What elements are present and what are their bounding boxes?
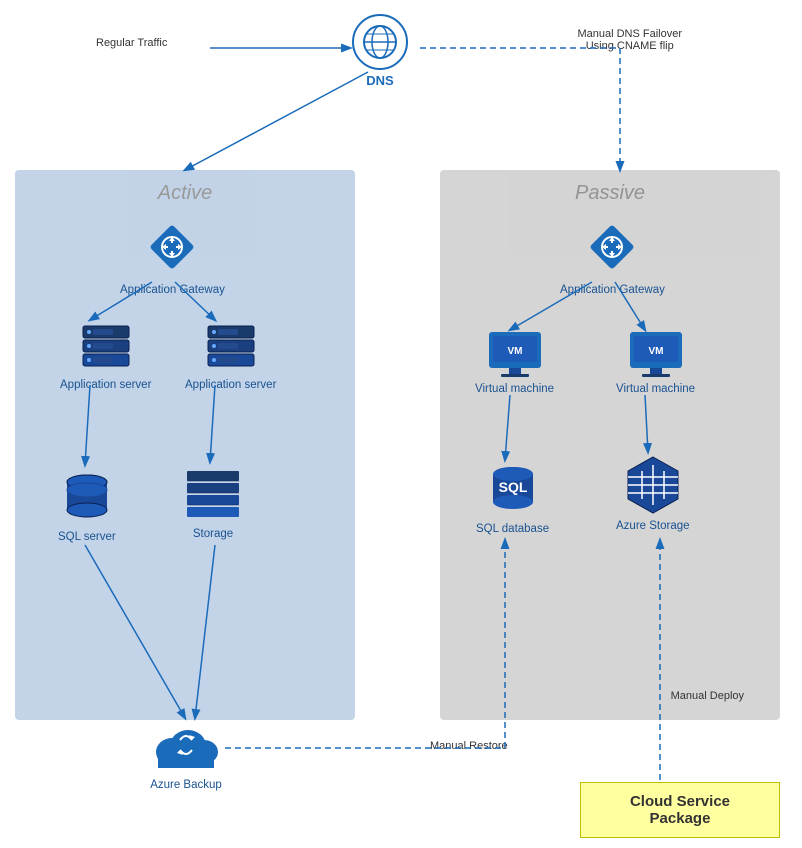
passive-app-gateway: Application Gateway — [560, 215, 665, 298]
active-app-server-2: Application server — [185, 320, 276, 393]
passive-vm-1-label: Virtual machine — [475, 382, 554, 397]
active-app-gateway-label: Application Gateway — [120, 283, 225, 298]
azure-backup-label: Azure Backup — [150, 778, 222, 793]
manual-dns-failover-label: Manual DNS Failover Using CNAME flip — [577, 28, 682, 52]
active-box-title: Active — [15, 182, 355, 205]
svg-text:VM: VM — [507, 346, 522, 357]
azure-backup: Azure Backup — [150, 718, 222, 793]
passive-sql-database: SQL SQL database — [476, 462, 549, 537]
svg-text:VM: VM — [648, 346, 663, 357]
active-app-server-2-label: Application server — [185, 378, 276, 393]
active-app-gateway: Application Gateway — [120, 215, 225, 298]
active-storage: Storage — [185, 465, 241, 542]
passive-vm-1: VM Virtual machine — [475, 330, 554, 397]
dns-globe-icon — [352, 14, 408, 70]
dns-node: DNS — [340, 14, 420, 88]
dns-label: DNS — [366, 73, 393, 88]
svg-text:SQL: SQL — [498, 479, 527, 495]
cloud-service-package-box: Cloud Service Package — [580, 782, 780, 838]
active-sql-server-label: SQL server — [58, 530, 116, 545]
passive-vm-2-label: Virtual machine — [616, 382, 695, 397]
diagram-container: Active Passive DNS — [0, 0, 802, 848]
active-app-server-1: Application server — [60, 320, 151, 393]
passive-azure-storage: Azure Storage — [616, 455, 690, 534]
active-storage-label: Storage — [193, 527, 233, 542]
passive-app-gateway-label: Application Gateway — [560, 283, 665, 298]
regular-traffic-label: Regular Traffic — [96, 37, 167, 49]
passive-box-title: Passive — [440, 182, 780, 205]
passive-sql-database-label: SQL database — [476, 522, 549, 537]
manual-restore-label: Manual Restore — [430, 740, 508, 752]
passive-azure-storage-label: Azure Storage — [616, 519, 690, 534]
cloud-service-package-label: Cloud Service Package — [630, 793, 730, 827]
passive-vm-2: VM Virtual machine — [616, 330, 695, 397]
active-app-server-1-label: Application server — [60, 378, 151, 393]
manual-deploy-label: Manual Deploy — [671, 690, 744, 702]
active-sql-server: SQL server — [58, 470, 116, 545]
